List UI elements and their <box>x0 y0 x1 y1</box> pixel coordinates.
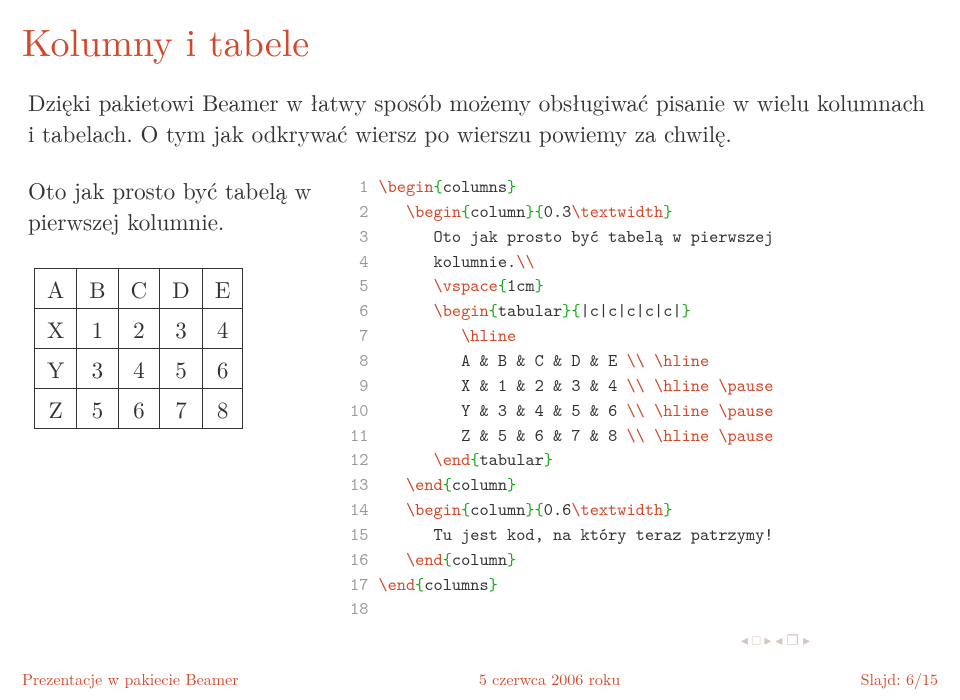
nav-first-icon[interactable]: □ <box>752 630 760 650</box>
footer-pagenum: Slajd: 6/15 <box>861 667 938 690</box>
table-row: X 1 2 3 4 <box>35 309 243 349</box>
slide-title: Kolumny i tabele <box>0 0 960 86</box>
footer-left: Prezentacje w pakiecie Beamer <box>22 667 238 690</box>
slide-body: Dzięki pakietowi Beamer w łatwy sposób m… <box>0 86 960 656</box>
table-row: A B C D E <box>35 269 243 309</box>
nav-next-icon[interactable]: ▸ <box>764 630 771 650</box>
latex-code-listing: 1\begin{columns} 2 \begin{column}{0.3\te… <box>346 174 932 621</box>
nav-controls: ◂ □ ▸ ◂ ❐ ▸ <box>741 630 810 650</box>
left-column: Oto jak prosto być tabelą w pierwszej ko… <box>28 174 316 621</box>
beamer-slide: Kolumny i tabele Dzięki pakietowi Beamer… <box>0 0 960 700</box>
nav-prev-icon[interactable]: ◂ <box>741 630 748 650</box>
intro-text: Dzięki pakietowi Beamer w łatwy sposób m… <box>28 86 932 148</box>
nav-prev-section-icon[interactable]: ◂ <box>775 630 782 650</box>
table-row: Z 5 6 7 8 <box>35 389 243 429</box>
table-caption: Oto jak prosto być tabelą w pierwszej ko… <box>28 174 316 236</box>
table-row: Y 3 4 5 6 <box>35 349 243 389</box>
footer-date: 5 czerwca 2006 roku <box>479 667 620 690</box>
nav-frames-icon[interactable]: ❐ <box>786 630 799 650</box>
slide-footer: Prezentacje w pakiecie Beamer 5 czerwca … <box>0 656 960 700</box>
nav-next-section-icon[interactable]: ▸ <box>803 630 810 650</box>
two-columns: Oto jak prosto być tabelą w pierwszej ko… <box>28 174 932 621</box>
example-table: A B C D E X 1 2 3 4 Y 3 <box>34 268 243 429</box>
